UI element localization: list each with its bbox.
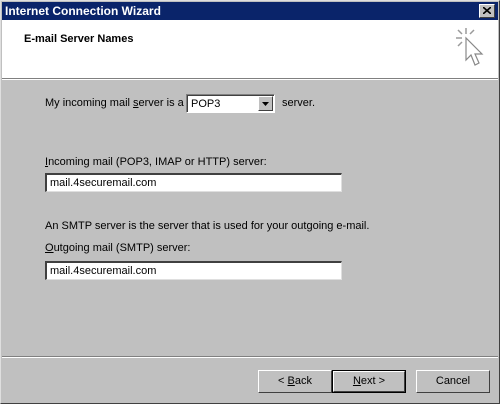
- title-bar: Internet Connection Wizard: [2, 2, 498, 20]
- back-button[interactable]: < Back: [258, 370, 332, 393]
- window-title: Internet Connection Wizard: [5, 4, 161, 18]
- server-type-select[interactable]: POP3: [186, 94, 275, 113]
- cancel-button[interactable]: Cancel: [416, 370, 490, 393]
- server-type-dropdown-button[interactable]: [258, 96, 273, 111]
- page-title: E-mail Server Names: [24, 33, 134, 45]
- smtp-description: An SMTP server is the server that is use…: [45, 220, 370, 232]
- wizard-window: Internet Connection Wizard E-mail Server…: [0, 0, 500, 404]
- outgoing-server-input[interactable]: [45, 261, 342, 280]
- wizard-content: My incoming mail server is a POP3 server…: [1, 80, 499, 356]
- wizard-header: E-mail Server Names: [2, 20, 498, 78]
- footer-divider: [2, 356, 498, 358]
- server-suffix-label: server.: [282, 97, 316, 109]
- next-button[interactable]: Next >: [332, 370, 406, 393]
- server-type-value: POP3: [191, 98, 221, 110]
- outgoing-server-label: Outgoing mail (SMTP) server:: [45, 242, 191, 254]
- wizard-cursor-icon: [456, 28, 484, 66]
- close-button[interactable]: [479, 4, 495, 18]
- incoming-server-input[interactable]: [45, 173, 342, 192]
- close-icon: [483, 7, 491, 14]
- chevron-down-icon: [262, 102, 269, 106]
- incoming-server-label: Incoming mail (POP3, IMAP or HTTP) serve…: [45, 156, 267, 168]
- incoming-server-type-label: My incoming mail server is a: [45, 97, 184, 109]
